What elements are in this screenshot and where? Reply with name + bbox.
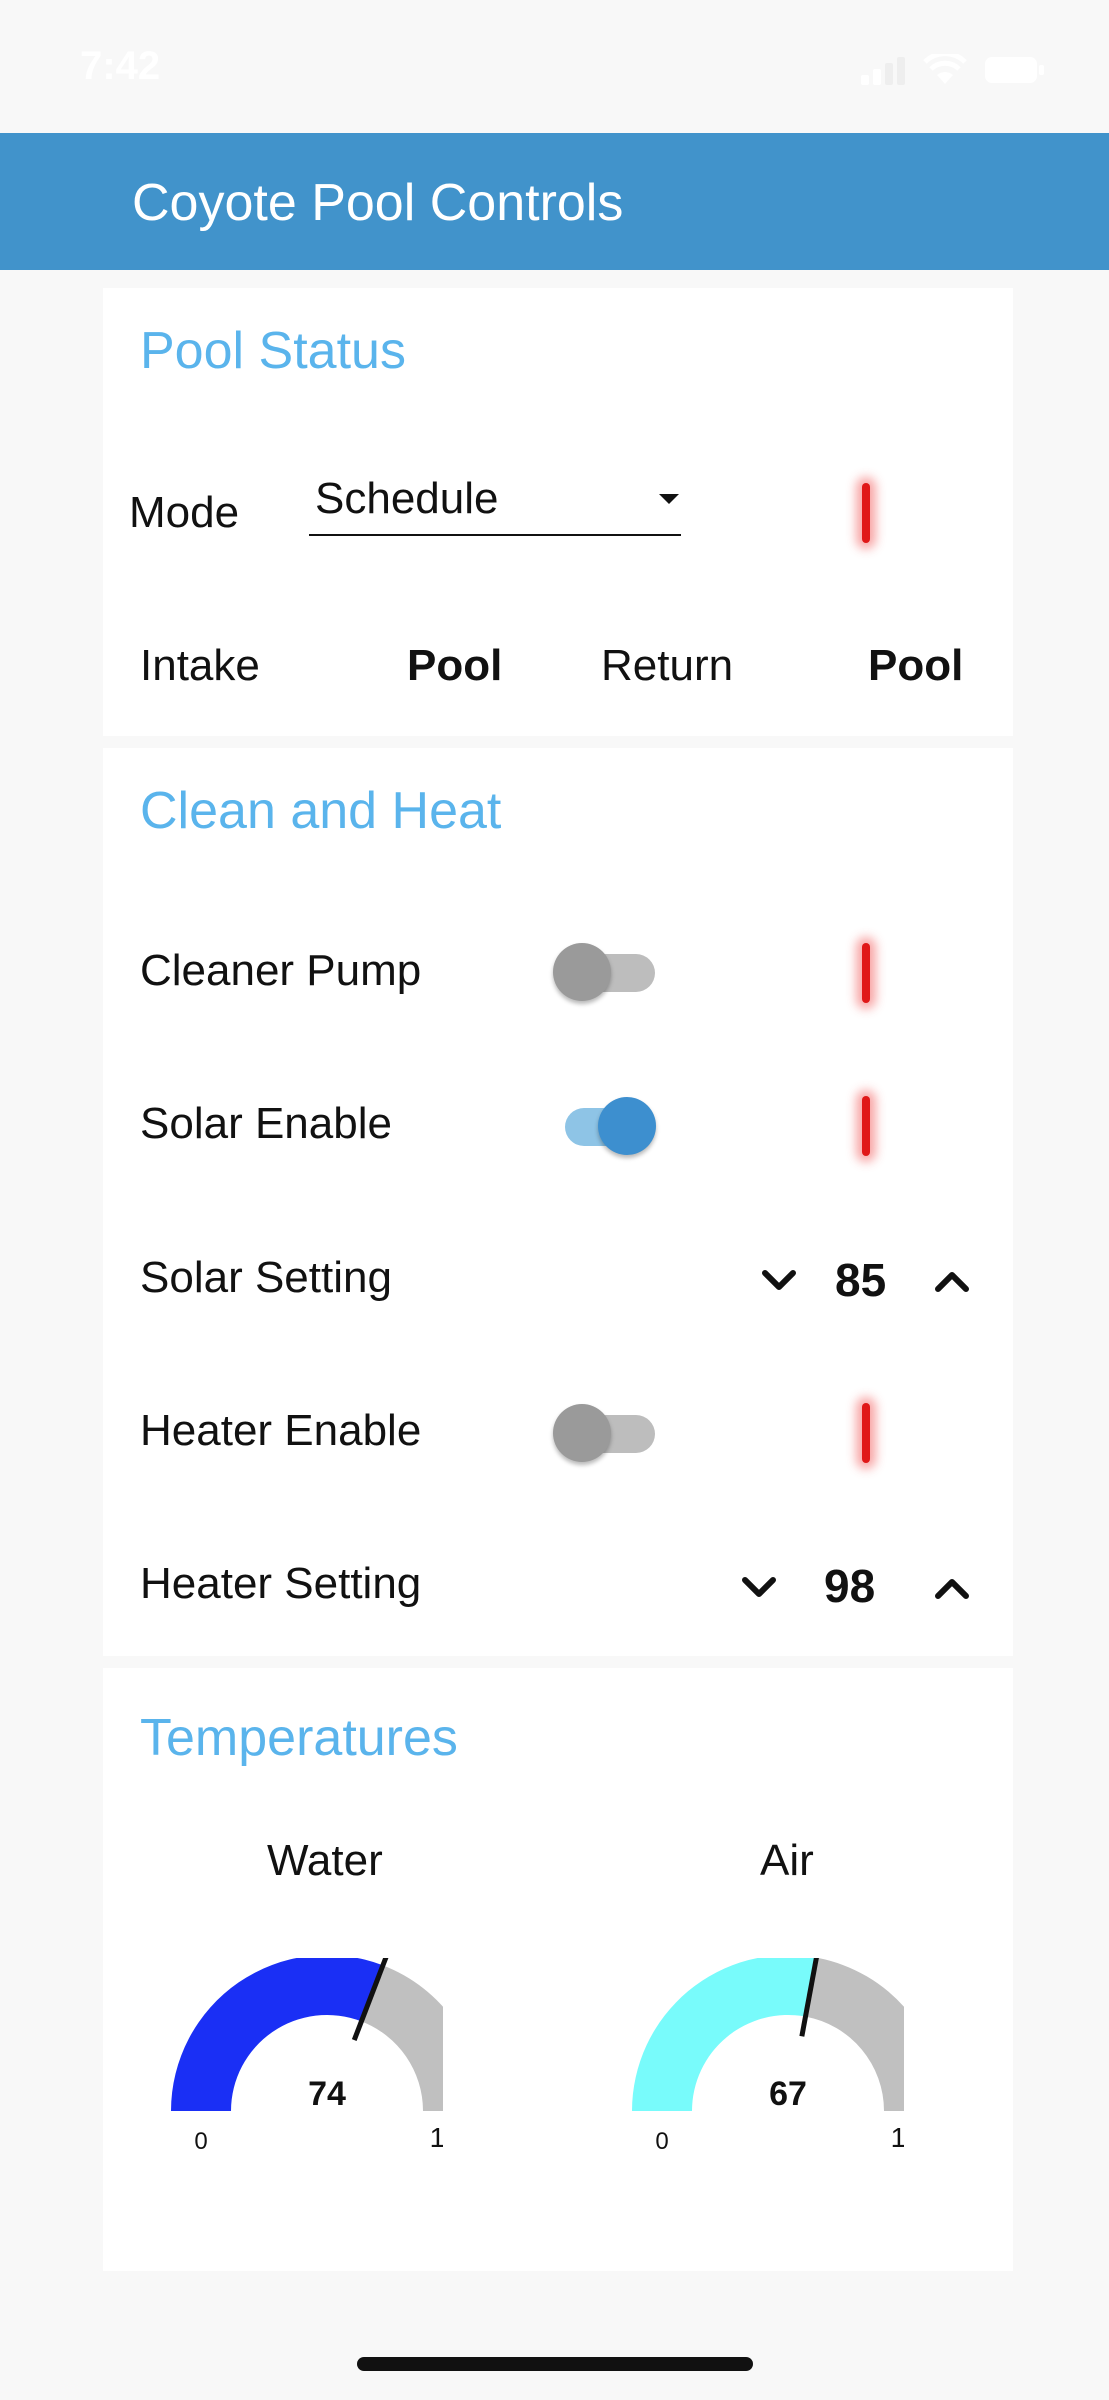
- heater-increase-chevron-up-icon[interactable]: [932, 1574, 972, 1602]
- app-bar: Coyote Pool Controls: [0, 133, 1109, 270]
- battery-icon: [985, 57, 1044, 83]
- cleaner-pump-toggle[interactable]: [553, 939, 663, 1001]
- gauge-max-label: 120: [891, 2122, 904, 2153]
- temperatures-title: Temperatures: [140, 1709, 458, 1767]
- solar-increase-chevron-up-icon[interactable]: [932, 1267, 972, 1295]
- solar-enable-toggle[interactable]: [553, 1093, 663, 1155]
- solar-enable-indicator-led: [862, 1096, 870, 1156]
- return-value: Pool: [868, 641, 964, 690]
- signal-icon: [861, 57, 905, 85]
- cleaner-pump-label: Cleaner Pump: [140, 946, 422, 995]
- temperatures-card: Temperatures Water Air 74 0 120 67 0 120: [103, 1668, 1013, 2271]
- pool-status-card: Pool Status Mode Schedule Intake Pool Re…: [103, 288, 1013, 736]
- heater-setting-label: Heater Setting: [140, 1559, 422, 1608]
- intake-label: Intake: [140, 641, 260, 690]
- wifi-icon: [923, 54, 967, 84]
- solar-setting-value: 85: [835, 1254, 887, 1306]
- intake-value: Pool: [407, 641, 503, 690]
- mode-indicator-led: [862, 483, 870, 543]
- app-title: Coyote Pool Controls: [132, 174, 624, 232]
- heater-decrease-chevron-down-icon[interactable]: [739, 1574, 779, 1602]
- solar-setting-label: Solar Setting: [140, 1253, 392, 1302]
- mode-label: Mode: [129, 488, 240, 537]
- solar-enable-label: Solar Enable: [140, 1099, 392, 1148]
- gauge-track: [805, 1958, 904, 2111]
- toggle-thumb: [598, 1097, 656, 1155]
- gauge-value-fill: [171, 1958, 383, 2111]
- caret-down-icon: [659, 494, 679, 504]
- pool-status-title: Pool Status: [140, 322, 406, 380]
- mode-dropdown[interactable]: Schedule: [309, 474, 681, 536]
- return-label: Return: [601, 641, 734, 690]
- gauge-max-label: 120: [430, 2122, 443, 2153]
- clean-heat-card: Clean and Heat Cleaner Pump Solar Enable…: [103, 748, 1013, 1656]
- gauge-min-label: 0: [655, 2128, 668, 2155]
- solar-decrease-chevron-down-icon[interactable]: [759, 1267, 799, 1295]
- cleaner-pump-indicator-led: [862, 943, 870, 1003]
- heater-enable-indicator-led: [862, 1403, 870, 1463]
- clean-heat-title: Clean and Heat: [140, 782, 502, 840]
- toggle-thumb: [553, 943, 611, 1001]
- heater-enable-label: Heater Enable: [140, 1406, 422, 1455]
- water-gauge: 74 0 120: [171, 1958, 443, 2155]
- heater-setting-value: 98: [824, 1560, 876, 1612]
- status-time: 7:42: [80, 44, 161, 88]
- toggle-thumb: [553, 1404, 611, 1462]
- gauge-min-label: 0: [194, 2128, 207, 2155]
- water-gauge-title: Water: [267, 1836, 383, 1885]
- air-gauge: 67 0 120: [632, 1958, 904, 2155]
- status-bar: 7:42: [0, 0, 1109, 133]
- gauge-value-label: 74: [308, 2075, 346, 2113]
- mode-dropdown-value: Schedule: [315, 474, 499, 523]
- heater-enable-toggle[interactable]: [553, 1400, 663, 1462]
- status-icons: [861, 54, 1045, 86]
- home-indicator: [357, 2357, 753, 2371]
- air-gauge-title: Air: [760, 1836, 814, 1885]
- gauge-value-label: 67: [769, 2075, 807, 2113]
